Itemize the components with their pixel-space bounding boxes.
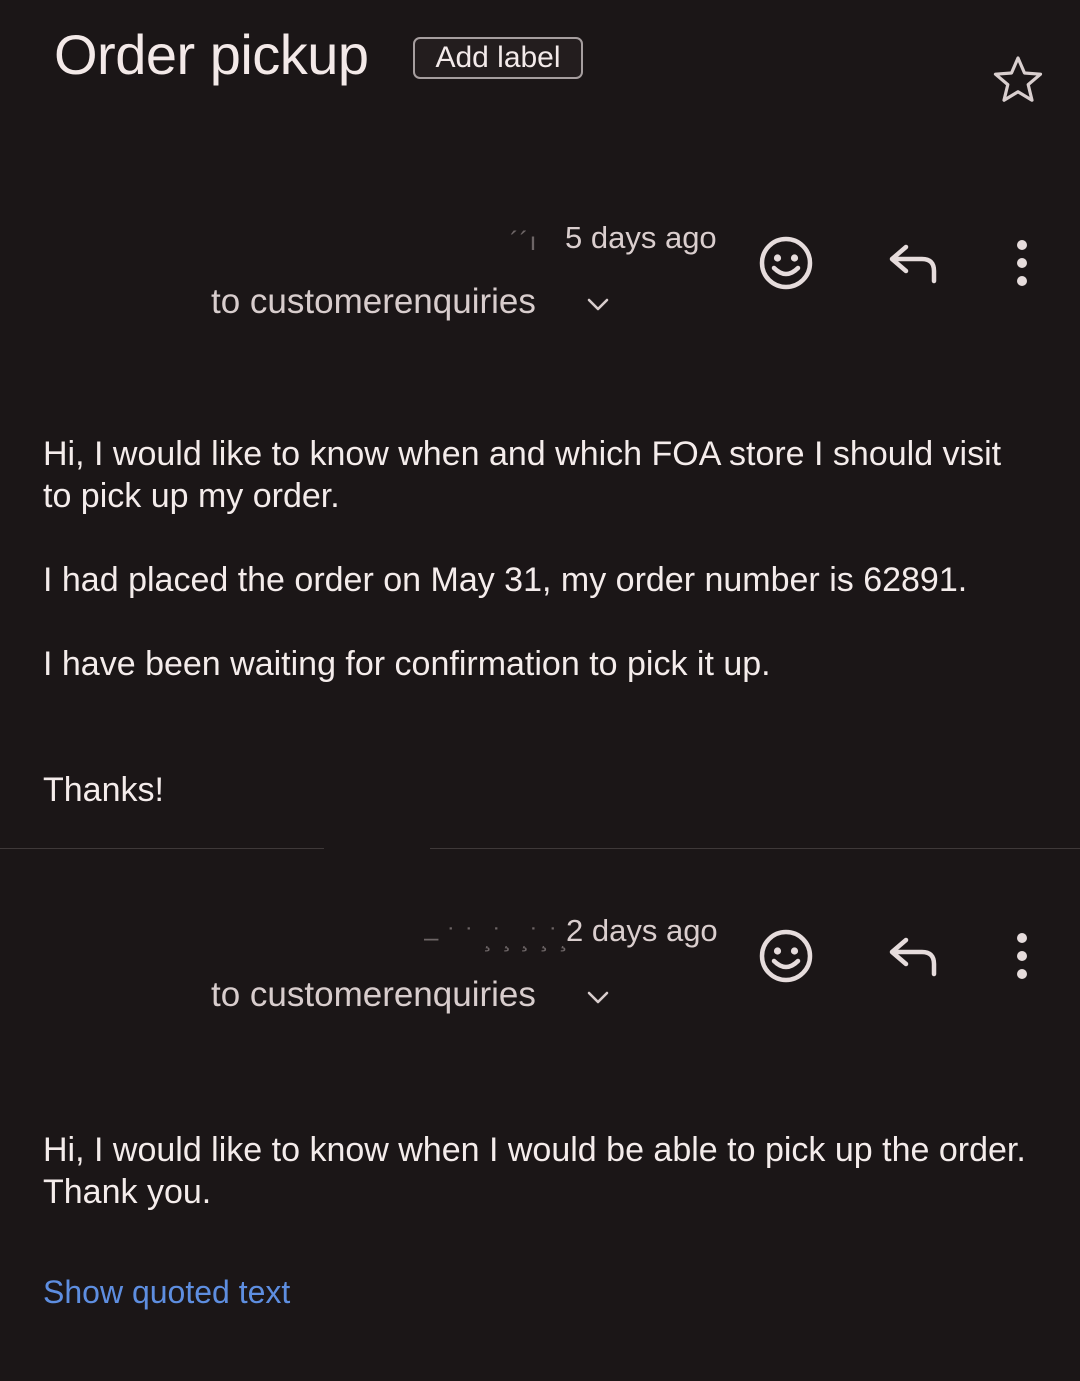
recipient-line[interactable]: to customerenquiries	[211, 975, 536, 1015]
message-divider	[0, 848, 324, 849]
body-paragraph: I have been waiting for confirmation to …	[43, 645, 771, 683]
sender-name: – ˙ ˙ ¸˙¸ ¸˙¸˙¸	[424, 922, 569, 952]
recipient-line[interactable]: to customerenquiries	[211, 282, 536, 322]
star-icon[interactable]	[990, 52, 1046, 108]
more-options-icon[interactable]	[990, 924, 1054, 988]
email-subject: Order pickup	[54, 23, 369, 86]
chevron-down-icon[interactable]	[584, 983, 612, 1011]
message-body: Hi, I would like to know when I would be…	[43, 1129, 1033, 1213]
chevron-down-icon[interactable]	[584, 290, 612, 318]
body-paragraph: Hi, I would like to know when and which …	[43, 435, 1002, 515]
show-quoted-text-link[interactable]: Show quoted text	[43, 1274, 290, 1311]
message-timestamp: 5 days ago	[565, 220, 717, 255]
reply-icon[interactable]	[880, 924, 944, 988]
message-timestamp: 2 days ago	[566, 913, 718, 948]
emoji-reaction-icon[interactable]	[754, 924, 818, 988]
body-paragraph: Thanks!	[43, 771, 164, 809]
reply-icon[interactable]	[880, 231, 944, 295]
more-options-icon[interactable]	[990, 231, 1054, 295]
message-body: Hi, I would like to know when and which …	[43, 433, 1033, 811]
body-paragraph: Hi, I would like to know when I would be…	[43, 1131, 1026, 1211]
emoji-reaction-icon[interactable]	[754, 231, 818, 295]
sender-name: ´´ı	[510, 226, 538, 256]
add-label-button[interactable]: Add label	[413, 37, 583, 79]
body-paragraph: I had placed the order on May 31, my ord…	[43, 561, 968, 599]
message-divider	[430, 848, 1080, 849]
